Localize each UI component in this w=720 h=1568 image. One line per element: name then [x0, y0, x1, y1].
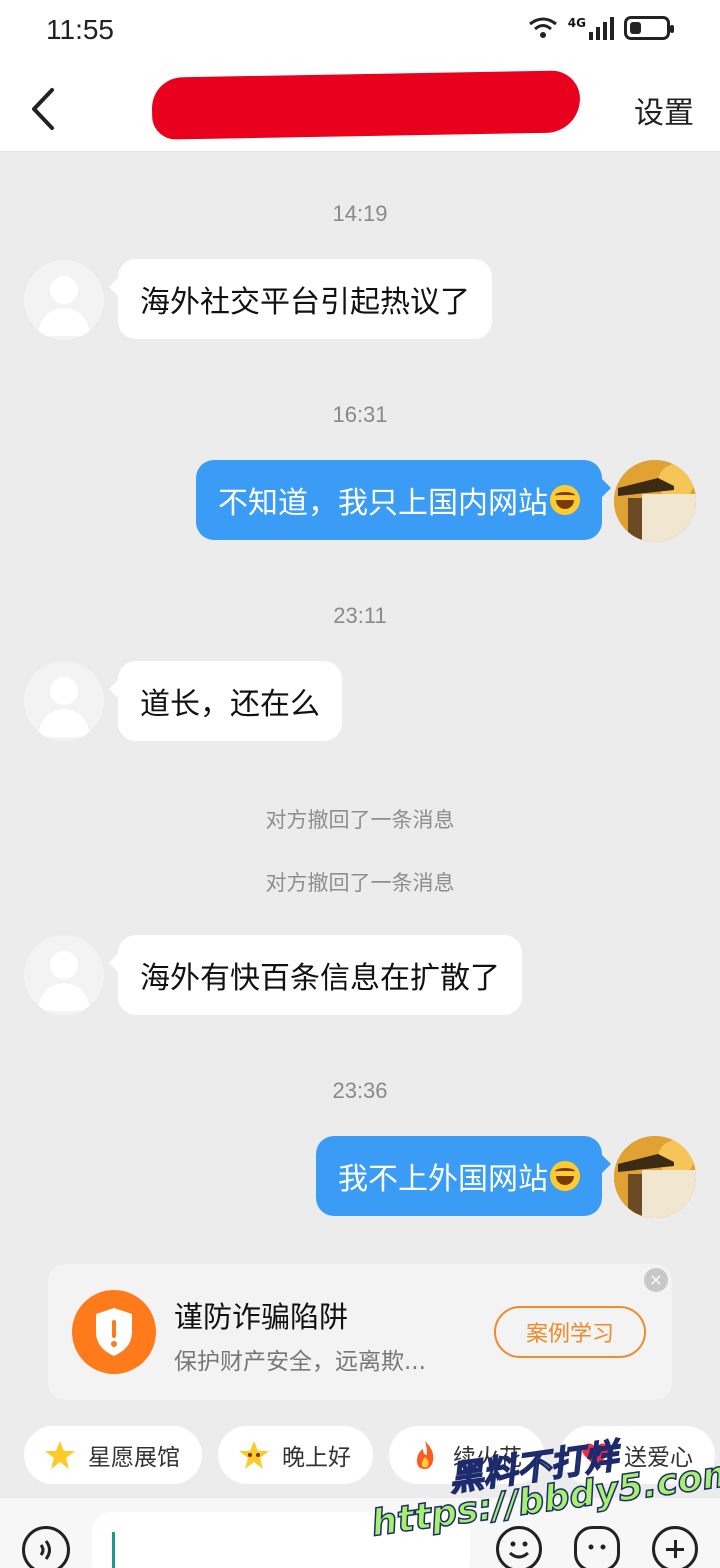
- message-bubble-outgoing[interactable]: 我不上外国网站: [316, 1136, 611, 1216]
- fire-icon: [417, 1441, 434, 1469]
- signal-icon: [589, 17, 614, 40]
- anti-fraud-subtitle: 保护财产安全，远离欺...: [174, 1349, 426, 1375]
- chip-star-museum[interactable]: 星愿展馆: [24, 1426, 202, 1484]
- timestamp: 14:19: [332, 201, 388, 226]
- default-avatar-icon: [38, 677, 90, 737]
- message-text: 不知道，我只上国内网站: [218, 486, 548, 521]
- redacted-contact-name: [151, 70, 581, 140]
- recall-notice: 对方撤回了一条消息: [265, 871, 455, 895]
- chip-label: 星愿展馆: [88, 1445, 180, 1471]
- chat-header: 设置: [0, 66, 720, 152]
- battery-icon: [624, 16, 674, 40]
- star-icon: [45, 1441, 75, 1469]
- contact-avatar[interactable]: [24, 260, 104, 340]
- plus-icon[interactable]: [652, 1526, 698, 1568]
- laughing-tears-emoji-icon: [550, 1161, 580, 1191]
- contact-avatar[interactable]: [24, 935, 104, 1015]
- message-text: 海外社交平台引起热议了: [140, 285, 470, 320]
- text-caret: [112, 1532, 115, 1568]
- back-button[interactable]: [22, 84, 66, 134]
- contact-avatar[interactable]: [24, 661, 104, 741]
- settings-button[interactable]: 设置: [634, 88, 694, 132]
- chip-label: 晚上好: [282, 1445, 351, 1471]
- shield-warning-icon: [72, 1290, 156, 1374]
- sticker-icon[interactable]: [574, 1526, 620, 1568]
- message-text: 道长，还在么: [140, 687, 320, 722]
- case-study-button[interactable]: 案例学习: [494, 1306, 646, 1358]
- chip-good-evening[interactable]: 晚上好: [218, 1426, 373, 1484]
- grinning-sweat-emoji-icon: [550, 485, 580, 515]
- my-avatar[interactable]: [614, 1136, 696, 1218]
- wifi-icon: [528, 17, 557, 38]
- status-bar: 11:55 4G: [0, 0, 720, 66]
- network-label: 4G: [567, 16, 586, 30]
- anti-fraud-card: × 谨防诈骗陷阱 保护财产安全，远离欺... 案例学习: [48, 1264, 672, 1400]
- timestamp: 16:31: [332, 402, 388, 427]
- timestamp: 23:11: [333, 603, 387, 628]
- anti-fraud-title: 谨防诈骗陷阱: [174, 1300, 349, 1334]
- recall-notice: 对方撤回了一条消息: [265, 808, 455, 832]
- sparkle-star-icon: [239, 1441, 269, 1469]
- voice-input-icon[interactable]: [22, 1526, 70, 1568]
- status-icons: 4G: [528, 16, 674, 40]
- my-avatar[interactable]: [614, 460, 696, 542]
- emoji-icon[interactable]: [496, 1526, 542, 1568]
- temple-avatar-icon: [614, 1136, 696, 1218]
- timestamp: 23:36: [332, 1078, 388, 1103]
- close-icon[interactable]: ×: [644, 1268, 668, 1292]
- message-bubble-incoming[interactable]: 道长，还在么: [109, 661, 342, 741]
- message-text: 我不上外国网站: [338, 1162, 548, 1197]
- temple-avatar-icon: [614, 460, 696, 542]
- default-avatar-icon: [38, 951, 90, 1011]
- message-bubble-outgoing[interactable]: 不知道，我只上国内网站: [196, 460, 611, 540]
- message-text: 海外有快百条信息在扩散了: [140, 961, 500, 996]
- message-bubble-incoming[interactable]: 海外社交平台引起热议了: [109, 259, 492, 339]
- default-avatar-icon: [38, 276, 90, 336]
- status-time: 11:55: [46, 14, 114, 45]
- message-bubble-incoming[interactable]: 海外有快百条信息在扩散了: [109, 935, 522, 1015]
